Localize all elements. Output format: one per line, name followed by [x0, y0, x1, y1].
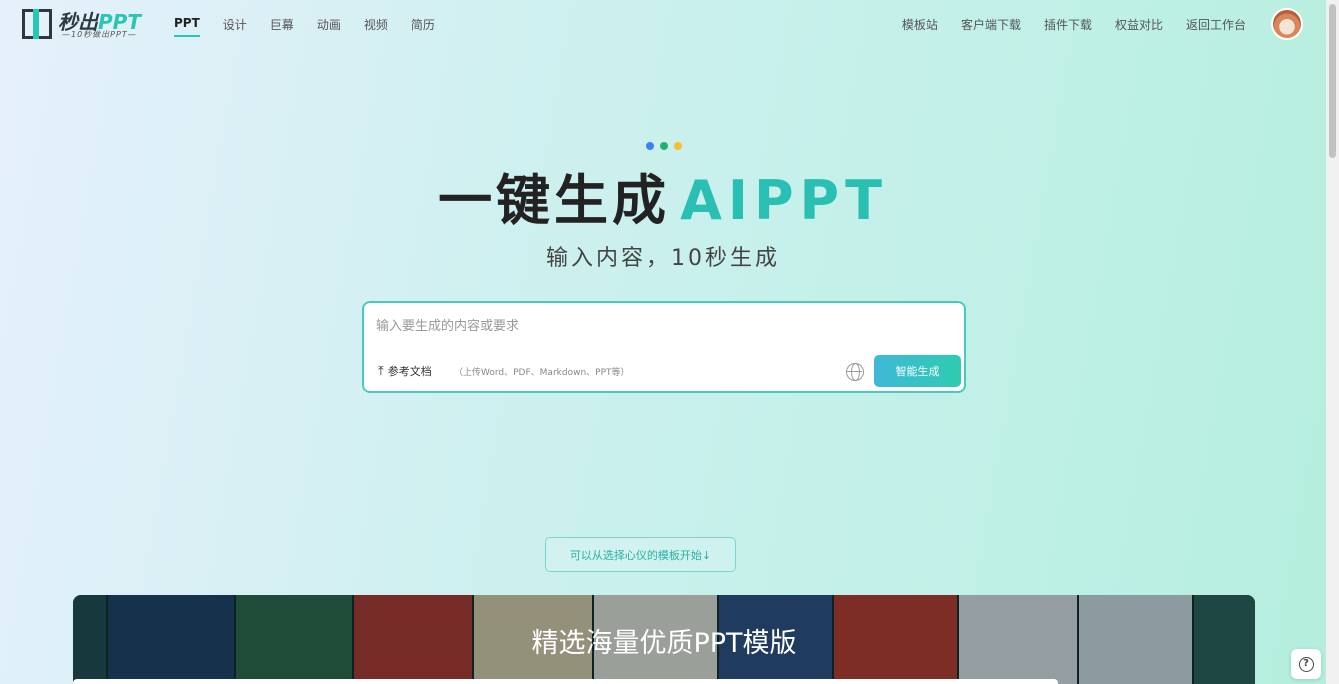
generate-button[interactable]: 智能生成: [874, 355, 961, 387]
logo-tagline: —10秒做出PPT—: [62, 30, 137, 39]
logo-mark-icon: [22, 9, 52, 39]
scrollbar-thumb[interactable]: [1329, 4, 1336, 158]
utility-nav: 模板站 客户端下载 插件下载 权益对比 返回工作台: [879, 16, 1246, 38]
prompt-box: ⤒ 参考文档 （上传Word、PDF、Markdown、PPT等） 智能生成: [362, 301, 966, 393]
nav-item-resume[interactable]: 简历: [411, 16, 435, 38]
avatar[interactable]: [1271, 8, 1303, 40]
logo[interactable]: 秒出PPT —10秒做出PPT—: [22, 8, 152, 40]
nav-item-plugin-download[interactable]: 插件下载: [1044, 16, 1092, 38]
web-search-icon[interactable]: [846, 363, 864, 381]
upload-icon: ⤒: [378, 363, 384, 379]
template-gallery: 精选海量优质PPT模版: [73, 595, 1255, 684]
nav-item-back-to-workspace[interactable]: 返回工作台: [1186, 16, 1246, 38]
dot-green: [660, 142, 668, 150]
hero-dots: [646, 142, 682, 150]
template-start-button[interactable]: 可以从选择心仪的模板开始↓: [545, 537, 736, 572]
dot-blue: [646, 142, 654, 150]
nav-item-client-download[interactable]: 客户端下载: [961, 16, 1021, 38]
nav-item-template-site[interactable]: 模板站: [902, 16, 938, 38]
nav-item-design[interactable]: 设计: [223, 16, 247, 38]
hero-title-main: 一键生成: [438, 169, 671, 232]
nav-item-giant-screen[interactable]: 巨幕: [270, 16, 294, 38]
main-nav: PPT 设计 巨幕 动画 视频 简历: [174, 16, 458, 38]
page-scrollbar[interactable]: [1326, 0, 1339, 684]
hero-title-accent: AIPPT: [680, 169, 888, 232]
upload-label: 参考文档: [387, 365, 432, 378]
question-icon: ?: [1298, 656, 1314, 672]
help-button[interactable]: ?: [1291, 649, 1321, 679]
nav-item-video[interactable]: 视频: [364, 16, 388, 38]
nav-item-animation[interactable]: 动画: [317, 16, 341, 38]
hero-title: 一键生成 AIPPT: [0, 156, 1326, 235]
hero-subtitle: 输入内容，10秒生成: [546, 246, 780, 271]
prompt-input[interactable]: [376, 315, 936, 337]
gallery-bottom-bar: [73, 679, 1058, 684]
nav-item-ppt[interactable]: PPT: [174, 16, 200, 38]
upload-reference-button[interactable]: ⤒ 参考文档: [378, 363, 432, 379]
top-header: 秒出PPT —10秒做出PPT— PPT 设计 巨幕 动画 视频 简历 模板站 …: [0, 0, 1326, 48]
dot-yellow: [674, 142, 682, 150]
gallery-title: 精选海量优质PPT模版: [531, 628, 797, 659]
upload-hint: （上传Word、PDF、Markdown、PPT等）: [454, 368, 630, 378]
nav-item-benefit-compare[interactable]: 权益对比: [1115, 16, 1163, 38]
